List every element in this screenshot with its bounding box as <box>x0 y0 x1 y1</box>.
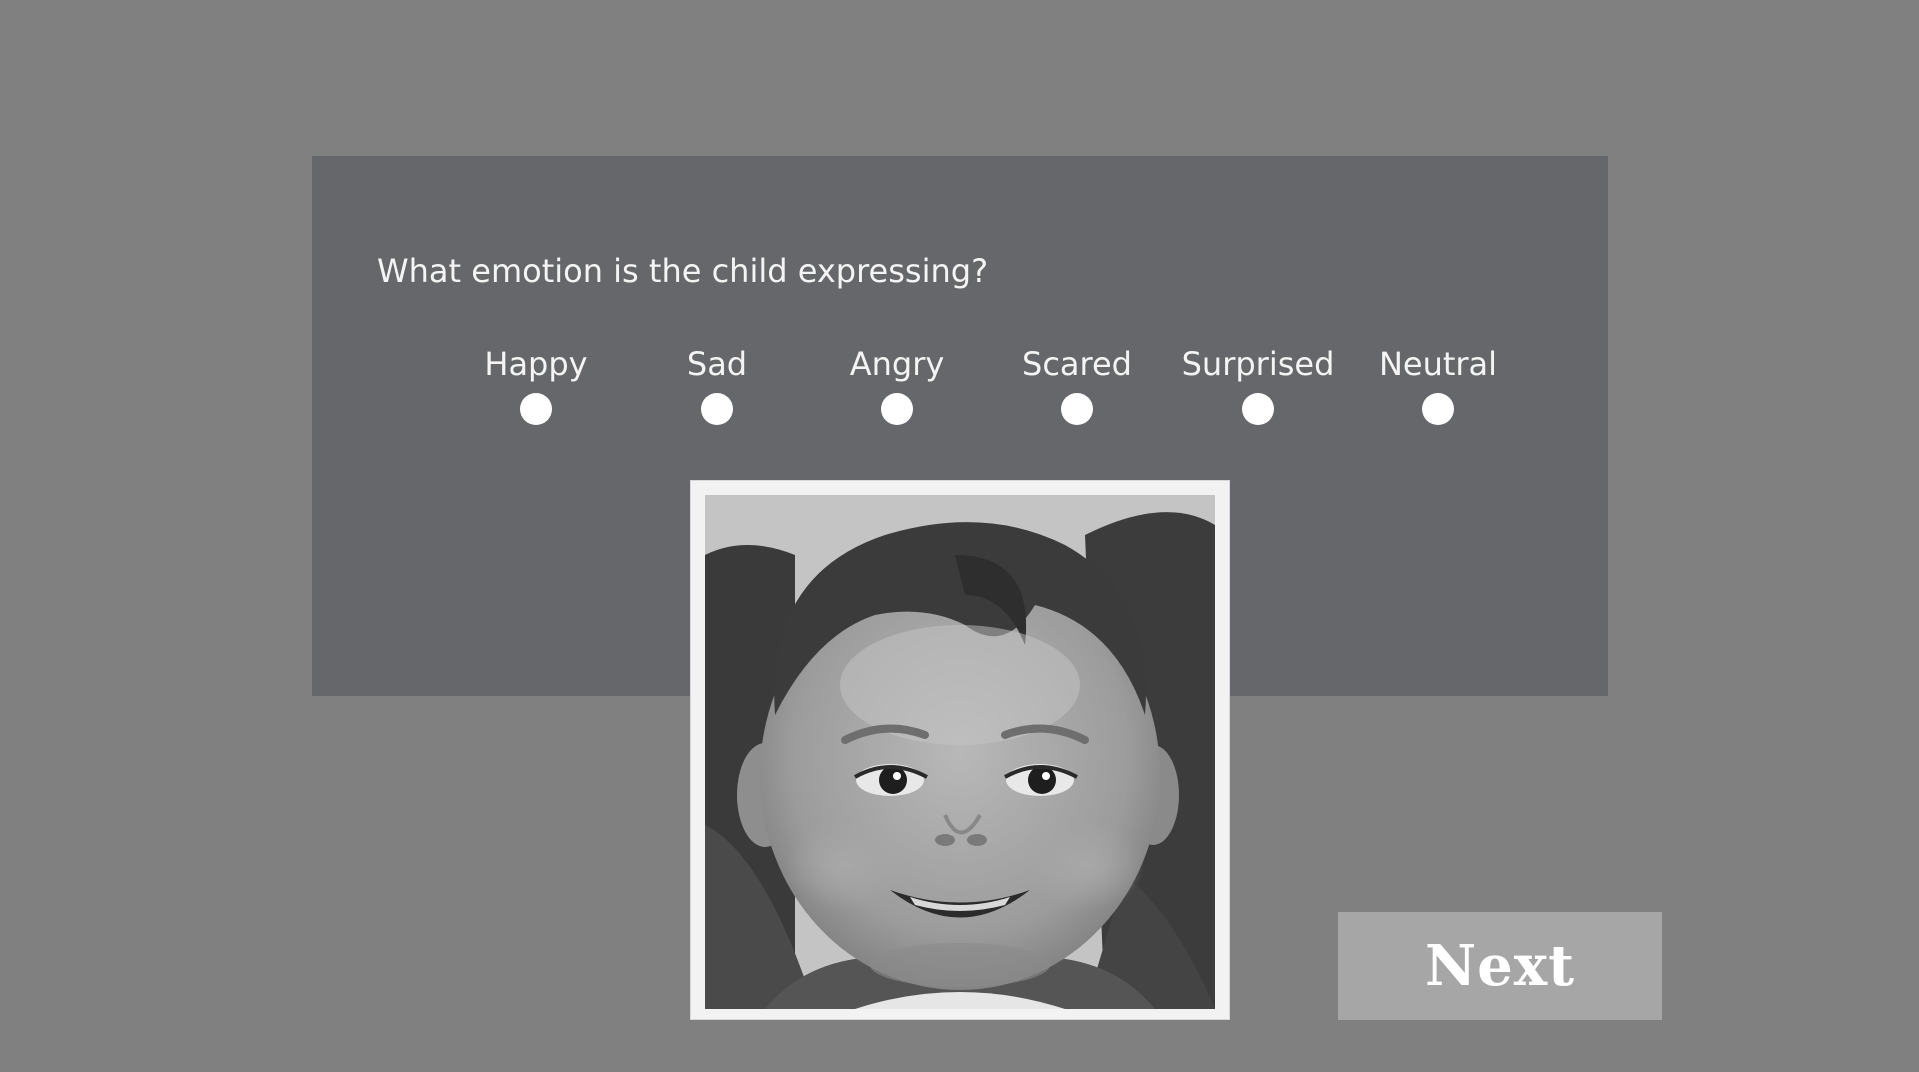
next-button[interactable]: Next <box>1338 912 1662 1020</box>
option-label: Happy <box>484 345 588 383</box>
option-label: Angry <box>849 345 945 383</box>
radio-button-sad[interactable] <box>701 393 733 425</box>
option-label: Scared <box>1022 345 1132 383</box>
option-label: Surprised <box>1181 345 1335 383</box>
option-happy[interactable]: Happy <box>456 344 616 436</box>
option-label: Neutral <box>1378 345 1498 383</box>
child-face-image <box>705 495 1215 1009</box>
radio-button-surprised[interactable] <box>1242 393 1274 425</box>
option-surprised[interactable]: Surprised <box>1178 344 1338 436</box>
radio-button-happy[interactable] <box>520 393 552 425</box>
option-angry[interactable]: Angry <box>817 344 977 436</box>
option-label: Sad <box>686 345 748 383</box>
option-neutral[interactable]: Neutral <box>1358 344 1518 436</box>
radio-button-scared[interactable] <box>1061 393 1093 425</box>
option-sad[interactable]: Sad <box>637 344 797 436</box>
child-face-image-frame <box>690 480 1230 1020</box>
option-scared[interactable]: Scared <box>997 344 1157 436</box>
radio-button-angry[interactable] <box>881 393 913 425</box>
radio-button-neutral[interactable] <box>1422 393 1454 425</box>
